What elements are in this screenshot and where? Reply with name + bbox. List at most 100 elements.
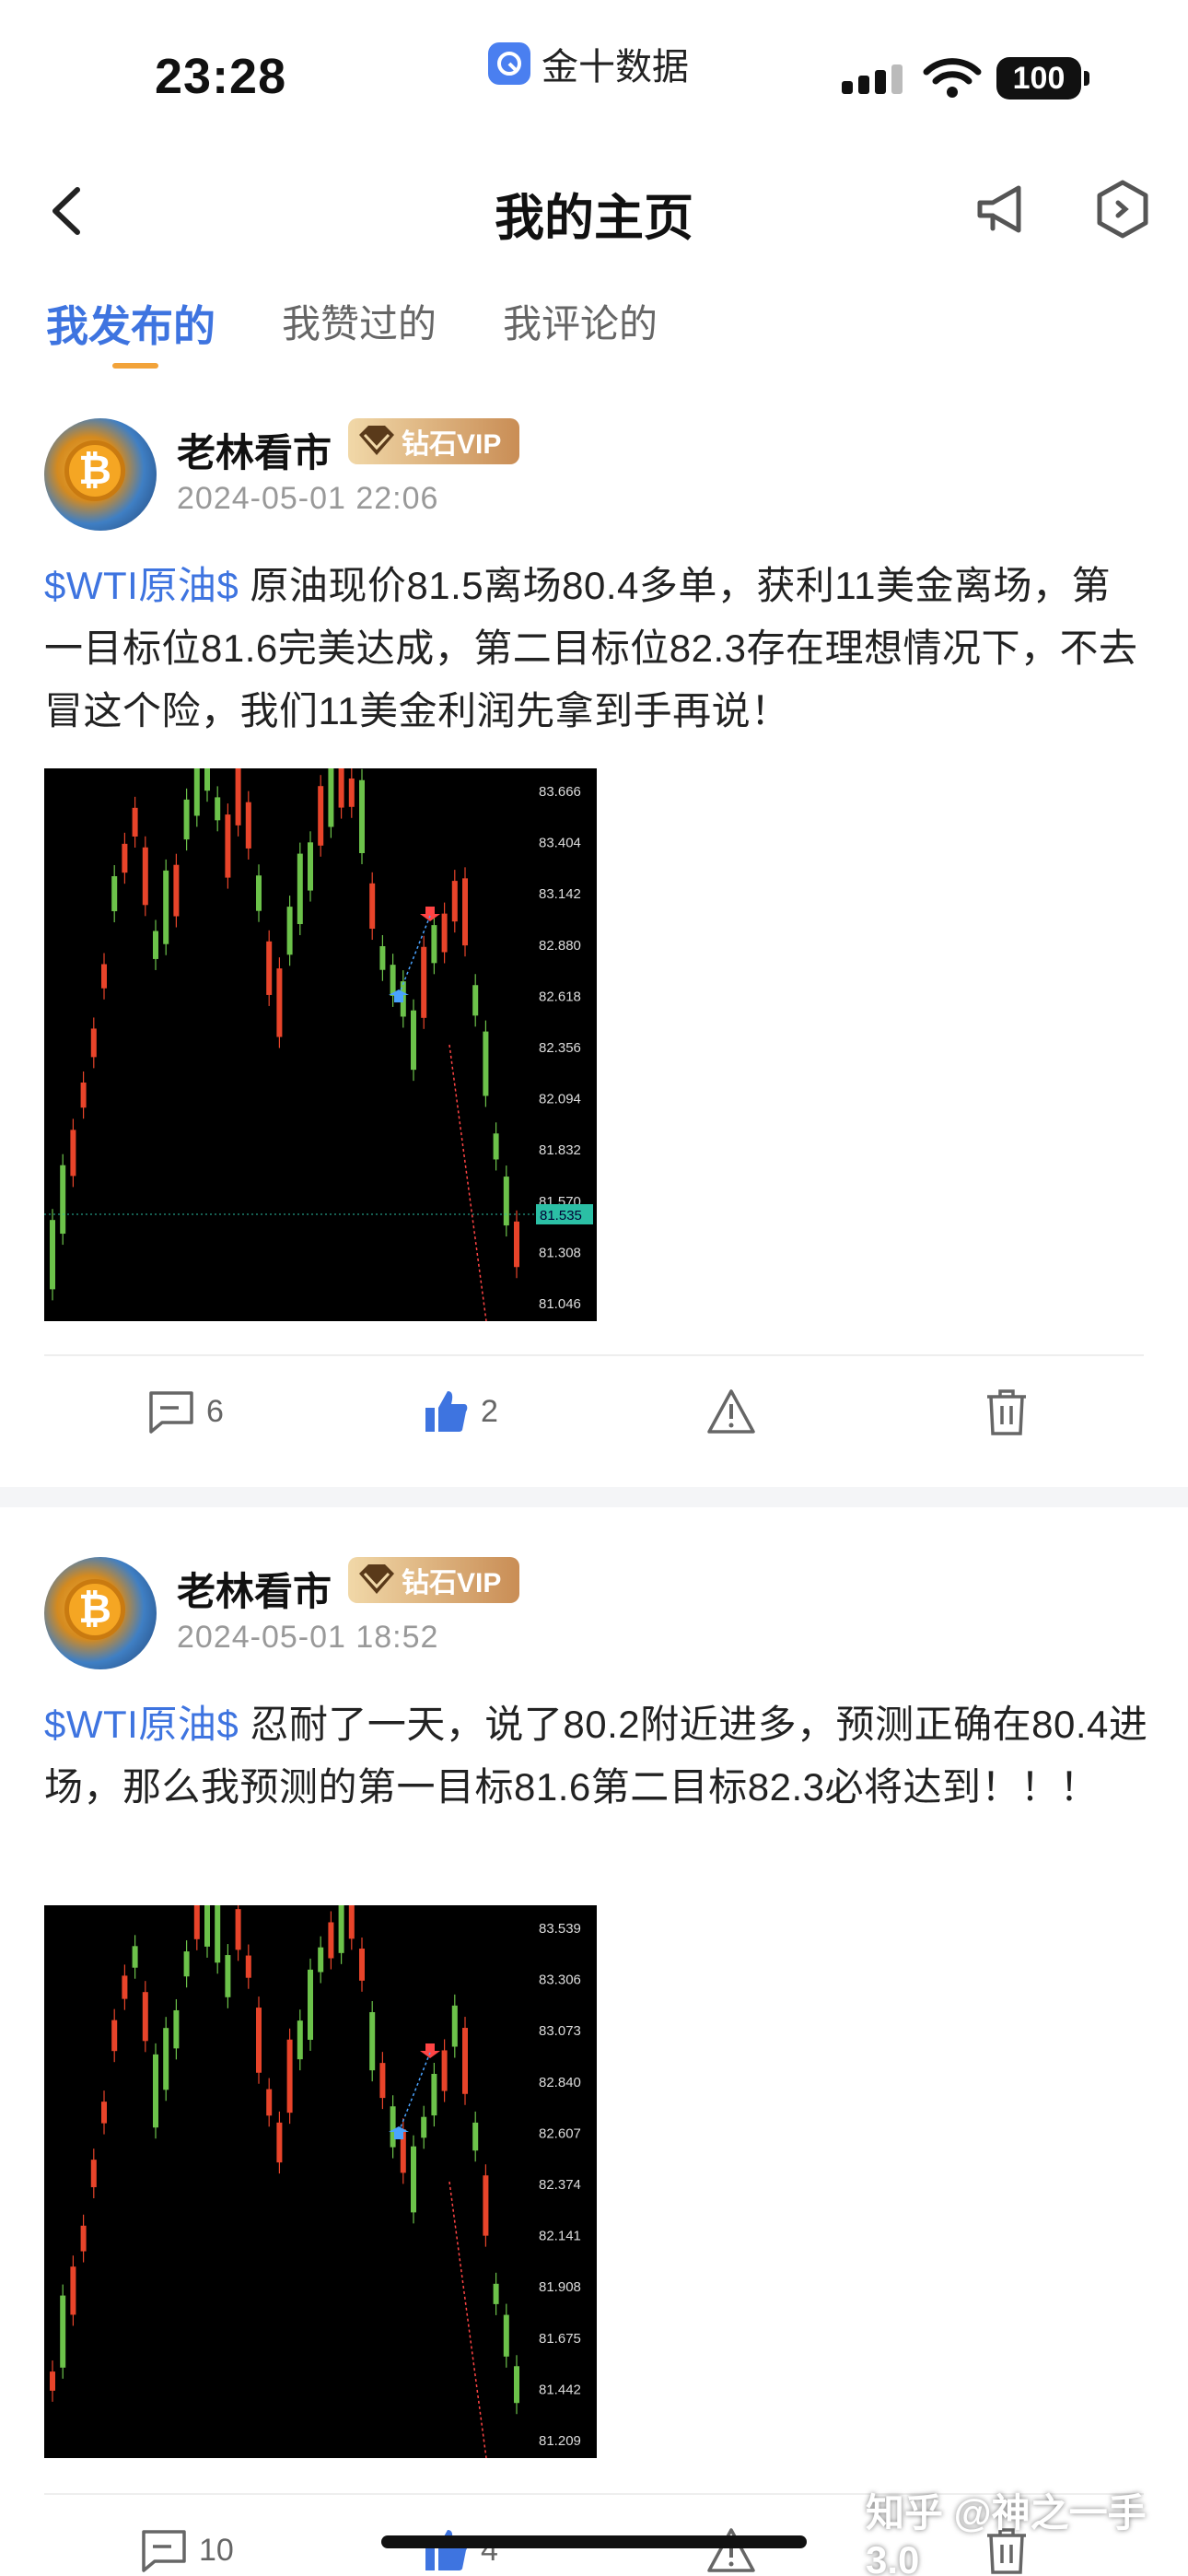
candle-body: [225, 1955, 231, 1997]
candle-body: [441, 2050, 448, 2091]
candle-body: [173, 2009, 180, 2049]
candle-body: [451, 881, 458, 922]
section-separator: [0, 1487, 1188, 1507]
candle-body: [308, 1969, 313, 2041]
comment-button[interactable]: 10: [140, 2526, 234, 2574]
avatar[interactable]: ₿: [44, 1557, 157, 1669]
candle-body: [132, 807, 138, 837]
candle-body: [462, 2028, 468, 2094]
axis-tick-label: 82.840: [539, 2075, 581, 2090]
diamond-icon: [359, 1564, 394, 1594]
candle-body: [431, 925, 437, 964]
candle-body: [204, 768, 210, 791]
candle-body: [359, 779, 365, 853]
candle-body: [411, 1010, 416, 1071]
comment-count: 10: [199, 2532, 234, 2568]
thumbs-up-icon: [425, 1391, 468, 1432]
report-button[interactable]: [705, 1388, 757, 1435]
candle-body: [514, 1221, 519, 1268]
candle-body: [318, 1947, 324, 1973]
candle-body: [245, 802, 251, 849]
candle-body: [276, 2122, 283, 2163]
hexagon-icon[interactable]: [1090, 177, 1155, 241]
report-button[interactable]: [705, 2526, 757, 2574]
candle-body: [80, 1083, 87, 1108]
candle-body: [183, 1951, 190, 1977]
candle-body: [163, 2028, 169, 2090]
candle-body: [225, 814, 231, 878]
author-name[interactable]: 老林看市: [177, 1561, 332, 1617]
candle-body: [503, 1177, 509, 1226]
post-card[interactable]: ₿ 老林看市 钻石VIP 2024-05-01 18:52 $WTI原油$ 忍耐…: [0, 1544, 1188, 2576]
comment-icon: [149, 1391, 193, 1434]
post-body[interactable]: $WTI原油$ 忍耐了一天，说了80.2附近进多，预测正确在80.4进场，那么我…: [44, 1693, 1149, 1819]
candle-body: [142, 847, 148, 906]
candle-body: [276, 968, 283, 1037]
candle-body: [80, 2225, 87, 2252]
status-app-indicator[interactable]: 金十数据: [488, 37, 689, 90]
like-button[interactable]: 4: [422, 2526, 498, 2574]
avatar[interactable]: ₿: [44, 418, 157, 531]
axis-tick-label: 82.356: [539, 1040, 581, 1056]
candle-body: [60, 2295, 66, 2368]
trade-line: [448, 1044, 487, 1321]
candle-body: [441, 913, 448, 953]
candle-body: [379, 2063, 386, 2099]
candle-body: [348, 1905, 355, 1939]
axis-tick-label: 81.908: [539, 2279, 581, 2295]
axis-tick-label: 82.880: [539, 938, 581, 954]
delete-button[interactable]: [984, 1388, 1030, 1437]
topic-tag[interactable]: $WTI原油$: [44, 1703, 239, 1746]
post-body[interactable]: $WTI原油$ 原油现价81.5离场80.4多单，获利11美金离场，第一目标位8…: [44, 555, 1149, 743]
candle-body: [193, 768, 200, 816]
vip-badge: 钻石VIP: [348, 1557, 519, 1603]
candle-body: [308, 842, 313, 891]
comment-button[interactable]: 6: [147, 1388, 224, 1435]
candle-body: [153, 2054, 158, 2128]
axis-tick-label: 83.539: [539, 1921, 581, 1937]
candle-body: [90, 2160, 97, 2187]
candle-body: [173, 864, 180, 917]
axis-tick-label: 81.209: [539, 2433, 581, 2449]
candle-body: [60, 1165, 66, 1235]
like-button[interactable]: 2: [422, 1388, 498, 1435]
watermark: 知乎 @神之一手3.0: [866, 2491, 1147, 2576]
tab-commented[interactable]: 我评论的: [503, 293, 658, 367]
candle-body: [390, 965, 396, 996]
axis-tick-label: 82.607: [539, 2125, 581, 2141]
vip-label: 钻石VIP: [402, 429, 502, 460]
tab-liked[interactable]: 我赞过的: [282, 293, 437, 367]
candlestick-chart-image[interactable]: 83.666 83.404 83.142 82.880 82.618 82.356 82.0…: [44, 768, 597, 1321]
like-count: 2: [481, 1393, 498, 1429]
axis-tick-label: 81.832: [539, 1142, 581, 1158]
candlestick-chart-image[interactable]: 83.539 83.306 83.073 82.840 82.607 82.374 82.1…: [44, 1905, 597, 2458]
candle-body: [101, 2102, 107, 2124]
author-name[interactable]: 老林看市: [177, 422, 332, 478]
profile-tabs: 我发布的 我赞过的 我评论的: [46, 293, 724, 369]
tab-published[interactable]: 我发布的: [46, 293, 215, 369]
vip-label: 钻石VIP: [402, 1568, 502, 1598]
axis-tick-label: 82.618: [539, 989, 581, 1004]
candle-body: [421, 946, 427, 1018]
post-card[interactable]: ₿ 老林看市 钻石VIP 2024-05-01 22:06 $WTI原油$ 原油…: [0, 405, 1188, 1446]
home-indicator[interactable]: [381, 2535, 807, 2548]
topic-tag[interactable]: $WTI原油$: [44, 564, 239, 607]
candle-body: [50, 2371, 55, 2391]
candle-body: [70, 2266, 76, 2315]
axis-tick-label: 83.666: [539, 784, 581, 800]
candle-body: [111, 2020, 118, 2052]
vip-badge: 钻石VIP: [348, 418, 519, 464]
candle-body: [122, 1975, 128, 1999]
candle-body: [256, 2008, 262, 2073]
candle-body: [90, 1028, 97, 1058]
megaphone-icon[interactable]: [971, 177, 1035, 241]
post-time: 2024-05-01 18:52: [177, 1620, 439, 1655]
candle-body: [163, 870, 169, 944]
candle-body: [245, 1955, 251, 1978]
candle-body: [297, 853, 303, 925]
candle-body: [153, 931, 158, 959]
candle-body: [101, 964, 107, 989]
cellular-signal-icon: [842, 64, 903, 94]
candle-body: [338, 1905, 344, 1953]
bitcoin-icon: ₿: [64, 1579, 125, 1640]
